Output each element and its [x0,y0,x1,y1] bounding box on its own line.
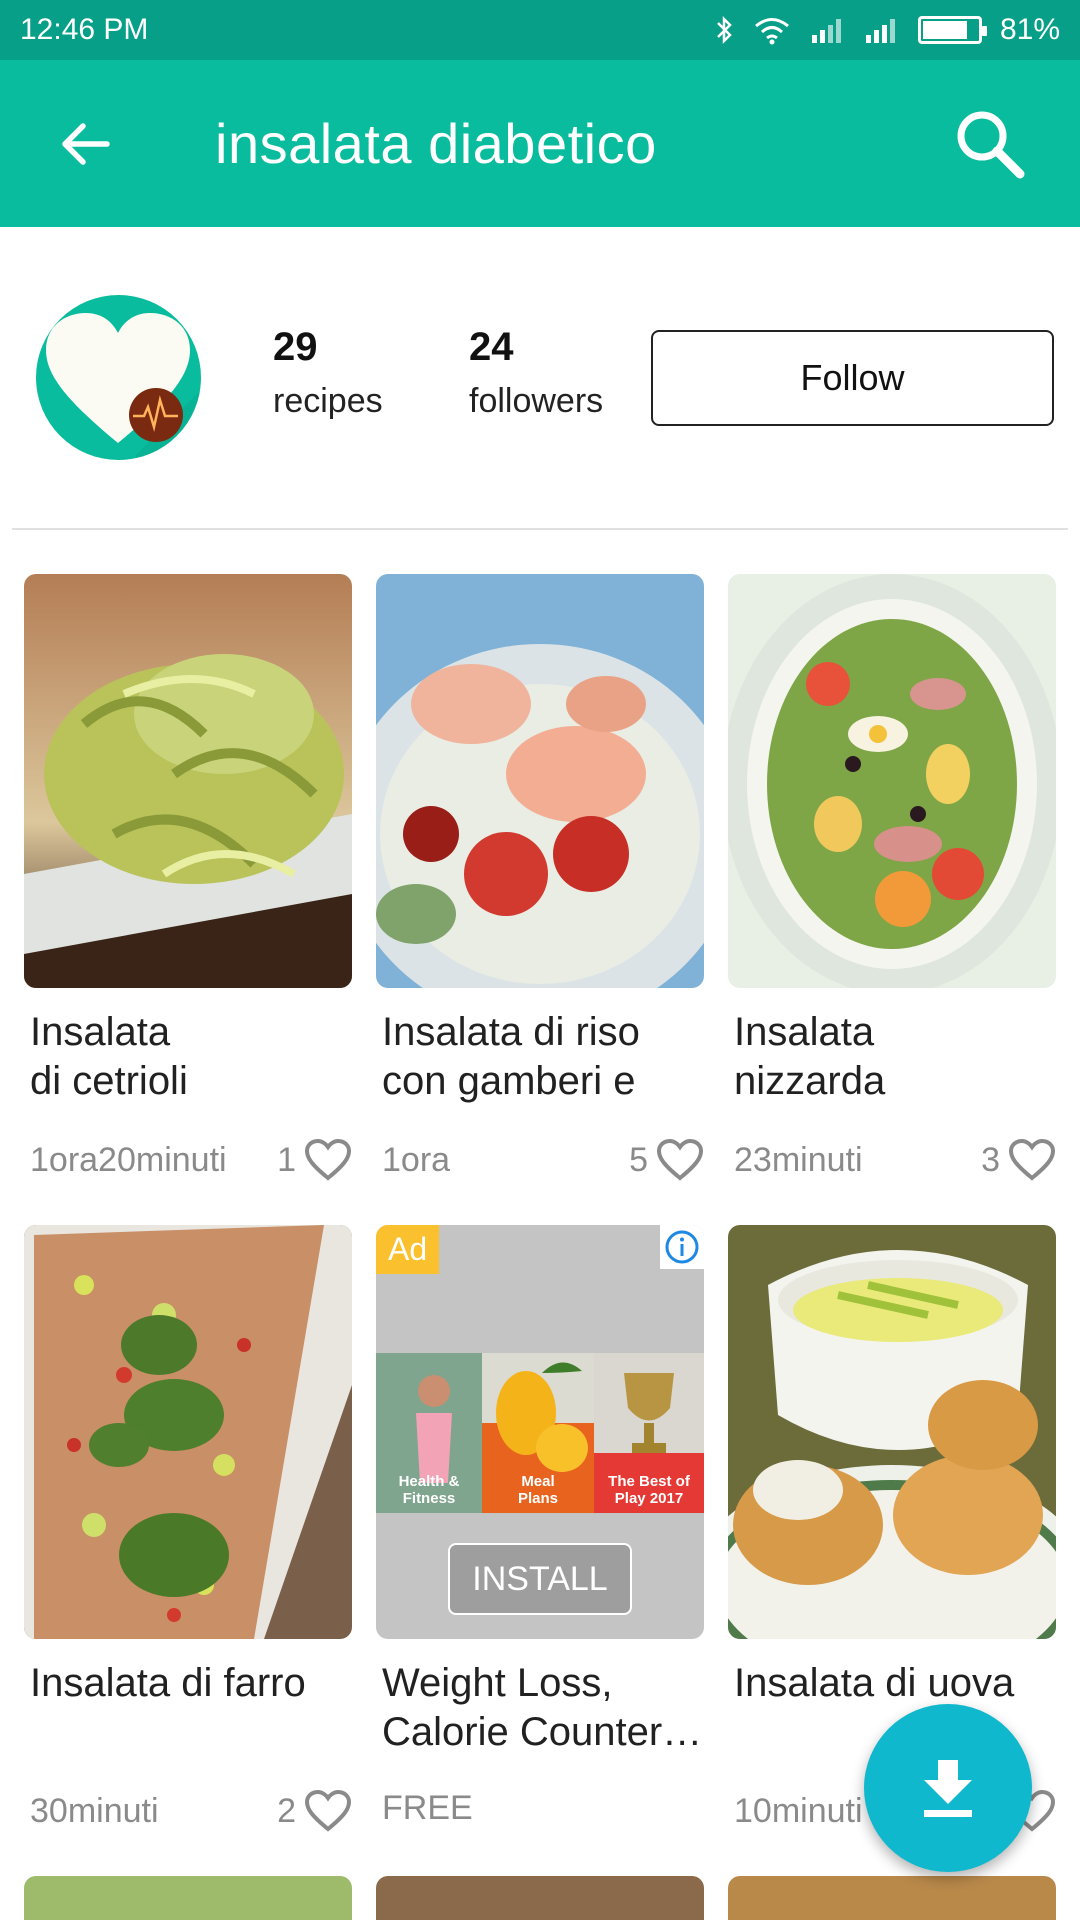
recipes-count: 29 [273,325,318,369]
ad-image[interactable]: Ad Health & Fitness Meal Plans The Best … [376,1225,704,1639]
heart-icon [656,1138,704,1181]
recipe-time: 1ora20minuti [30,1140,227,1179]
like-count: 1 [277,1140,296,1179]
bluetooth-icon [714,15,734,45]
battery-icon [917,16,987,44]
recipe-title: Insalata di riso con gamberi e [382,1010,640,1103]
ad-panel-caption: The Best of Play 2017 [608,1473,690,1507]
profile-header: 29 recipes 24 followers Follow [0,227,1080,530]
recipe-time: 1ora [382,1140,451,1179]
status-bar: 12:46 PM 81% [0,0,1080,60]
recipe-image-egg-salad[interactable] [728,1225,1056,1639]
ad-panel-fitness: Health & Fitness [376,1353,482,1513]
page-title: insalata diabetico [215,112,657,175]
status-time: 12:46 PM [20,13,149,46]
like-button[interactable]: 5 [629,1138,704,1182]
follow-button[interactable]: Follow [651,330,1054,426]
like-count: 2 [277,1791,296,1830]
download-button[interactable] [864,1704,1032,1872]
recipe-time: 10minuti [734,1791,863,1830]
recipe-image-farro-salad[interactable] [24,1225,352,1639]
signal-icon-2 [864,15,900,45]
divider [12,528,1068,530]
heart-icon [304,1789,352,1832]
recipes-label: recipes [273,382,383,420]
recipe-time: 23minuti [734,1140,863,1179]
heart-logo-icon [46,313,201,460]
ad-panel-caption: Meal Plans [517,1473,559,1507]
followers-count: 24 [469,325,514,369]
back-button[interactable] [35,94,135,194]
recipe-image-nicoise-salad[interactable] [728,574,1056,988]
like-count: 3 [981,1140,1000,1179]
recipe-title: Insalata nizzarda [734,1010,886,1103]
recipe-card[interactable]: Insalata di farro 30minuti 2 [24,1225,352,1833]
avatar[interactable] [36,295,201,460]
like-button[interactable]: 1 [277,1138,352,1182]
recipe-card-partial[interactable] [728,1876,1056,1920]
search-button[interactable] [940,94,1040,194]
recipe-card[interactable]: Insalata di cetrioli 1ora20minuti 1 [24,574,352,1182]
followers-label: followers [469,382,604,420]
recipe-title: Insalata di cetrioli [30,1010,188,1103]
recipe-time: 30minuti [30,1791,159,1830]
arrow-left-icon [62,122,110,165]
search-icon [957,111,1025,178]
like-button[interactable]: 2 [277,1789,352,1833]
recipes-stat[interactable]: 29 recipes [273,325,383,421]
ad-panel-caption: Health & Fitness [398,1473,460,1507]
ad-panel-meal: Meal Plans [482,1353,594,1513]
recipe-title: Insalata di farro [30,1661,306,1705]
like-button[interactable]: 3 [981,1138,1056,1182]
recipe-card-partial[interactable] [376,1876,704,1920]
recipe-card-partial[interactable] [24,1876,352,1920]
ad-card[interactable]: Ad Health & Fitness Meal Plans The Best … [376,1225,704,1828]
ad-title: Weight Loss, Calorie Counter… [382,1661,703,1754]
followers-stat[interactable]: 24 followers [469,325,603,421]
recipe-image-cucumber-salad[interactable] [24,574,352,988]
download-icon [924,1760,972,1817]
battery-percent: 81% [999,13,1060,46]
recipe-image-rice-shrimp-salad[interactable] [376,574,704,988]
heart-icon [1008,1138,1056,1181]
signal-icon [810,15,846,45]
heart-icon [304,1138,352,1181]
app-bar: insalata diabetico [0,60,1080,227]
like-count: 5 [629,1140,648,1179]
recipe-card[interactable]: Insalata nizzarda 23minuti 3 [728,574,1056,1182]
ad-badge: Ad [376,1225,440,1274]
ad-panel-play: The Best of Play 2017 [594,1353,704,1513]
ad-price: FREE [382,1789,473,1827]
install-button[interactable]: INSTALL [448,1543,632,1615]
info-icon[interactable] [660,1225,704,1269]
recipe-card[interactable]: Insalata di riso con gamberi e 1ora 5 [376,574,704,1182]
wifi-icon [752,15,792,45]
